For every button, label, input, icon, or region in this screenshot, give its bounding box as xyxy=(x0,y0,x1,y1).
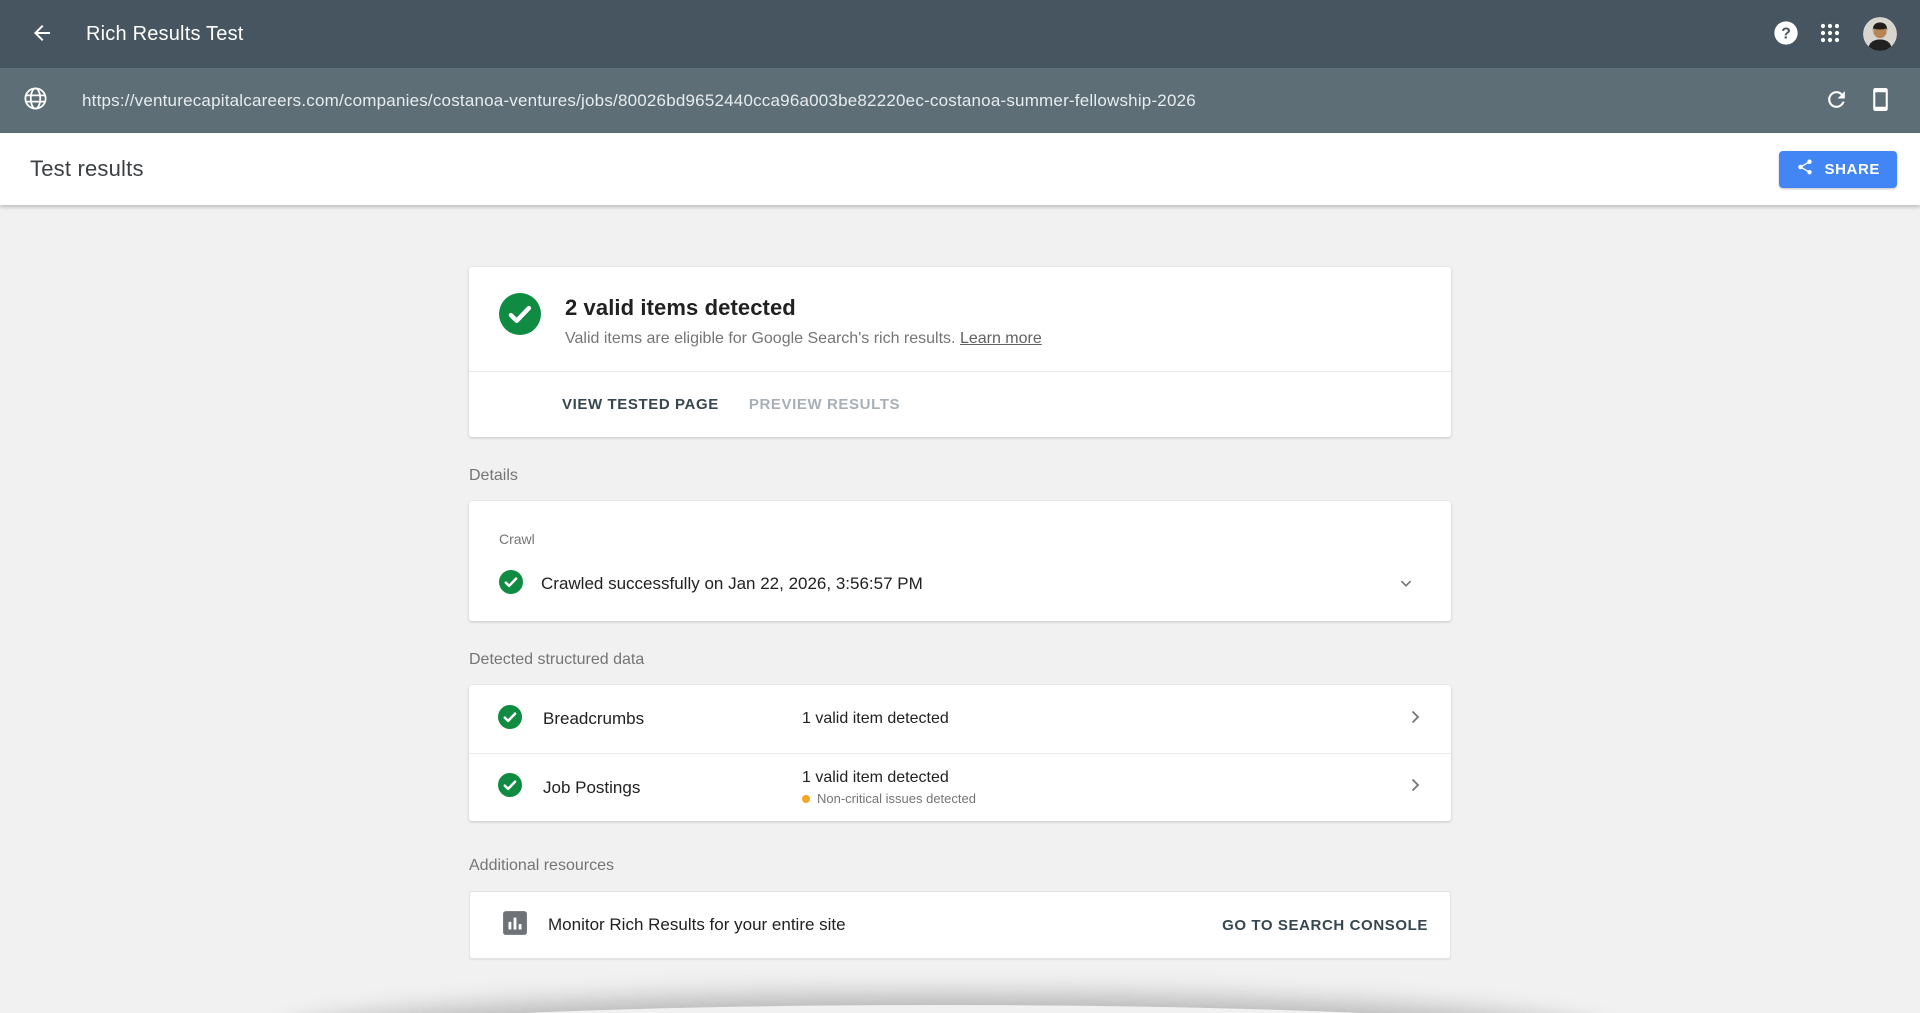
structured-data-section-label: Detected structured data xyxy=(469,651,1451,669)
row-type-label: Breadcrumbs xyxy=(543,709,802,729)
chevron-right-icon xyxy=(1403,773,1427,802)
apps-grid-icon xyxy=(1818,21,1842,48)
share-button[interactable]: SHARE xyxy=(1779,151,1897,188)
bar-chart-icon xyxy=(502,910,528,941)
refresh-button[interactable] xyxy=(1814,79,1858,123)
tested-url[interactable]: https://venturecapitalcareers.com/compan… xyxy=(82,91,1814,111)
view-tested-page-button[interactable]: VIEW TESTED PAGE xyxy=(562,388,719,421)
refresh-icon xyxy=(1824,87,1849,115)
avatar-image xyxy=(1863,17,1897,51)
go-to-search-console-link[interactable]: GO TO SEARCH CONSOLE xyxy=(1222,917,1428,934)
help-icon: ? xyxy=(1772,19,1800,50)
row-valid-count: 1 valid item detected xyxy=(802,769,1403,787)
resources-section-label: Additional resources xyxy=(469,857,1451,875)
warning-dot-icon xyxy=(802,795,810,803)
row-value-block: 1 valid item detected xyxy=(802,710,1403,728)
app-top-bar: Rich Results Test ? xyxy=(0,0,1920,68)
summary-text-block: 2 valid items detected Valid items are e… xyxy=(565,293,1042,348)
crawl-status-text: Crawled successfully on Jan 22, 2026, 3:… xyxy=(541,574,1391,594)
success-check-circle-icon xyxy=(499,293,541,340)
summary-actions-row: VIEW TESTED PAGE PREVIEW RESULTS xyxy=(469,371,1451,437)
row-warning-note: Non-critical issues detected xyxy=(802,791,1403,806)
results-header-bar: Test results SHARE xyxy=(0,133,1920,205)
back-button[interactable] xyxy=(24,16,60,52)
share-button-label: SHARE xyxy=(1824,161,1880,178)
crawl-card: Crawl Crawled successfully on Jan 22, 20… xyxy=(469,501,1451,621)
resources-row-label: Monitor Rich Results for your entire sit… xyxy=(548,915,1222,935)
page-title: Test results xyxy=(30,156,144,182)
learn-more-link[interactable]: Learn more xyxy=(960,330,1042,347)
main-content: 2 valid items detected Valid items are e… xyxy=(469,267,1451,959)
summary-title: 2 valid items detected xyxy=(565,295,1042,321)
mobile-view-button[interactable] xyxy=(1858,79,1902,123)
mobile-icon xyxy=(1868,87,1893,115)
row-type-label: Job Postings xyxy=(543,778,802,798)
resources-card: Monitor Rich Results for your entire sit… xyxy=(469,891,1451,959)
details-section-label: Details xyxy=(469,467,1451,485)
structured-data-card: Breadcrumbs 1 valid item detected Job Po… xyxy=(469,685,1451,821)
summary-subtitle: Valid items are eligible for Google Sear… xyxy=(565,330,1042,348)
below-fold-shadow xyxy=(285,1005,1600,1013)
row-value-block: 1 valid item detected Non-critical issue… xyxy=(802,769,1403,806)
globe-icon xyxy=(22,85,49,117)
crawl-expand-button[interactable] xyxy=(1391,569,1421,599)
share-icon xyxy=(1796,158,1814,180)
row-success-check-icon xyxy=(498,773,522,802)
help-button[interactable]: ? xyxy=(1764,12,1808,56)
apps-grid-button[interactable] xyxy=(1808,12,1852,56)
summary-card: 2 valid items detected Valid items are e… xyxy=(469,267,1451,437)
chevron-right-icon xyxy=(1403,705,1427,734)
row-success-check-icon xyxy=(498,705,522,734)
summary-subtitle-text: Valid items are eligible for Google Sear… xyxy=(565,330,955,347)
crawl-status-row[interactable]: Crawled successfully on Jan 22, 2026, 3:… xyxy=(499,569,1421,599)
url-bar: https://venturecapitalcareers.com/compan… xyxy=(0,68,1920,133)
summary-card-top: 2 valid items detected Valid items are e… xyxy=(469,267,1451,371)
crawl-card-label: Crawl xyxy=(499,531,1421,547)
structured-data-row-job-postings[interactable]: Job Postings 1 valid item detected Non-c… xyxy=(469,753,1451,821)
account-avatar[interactable] xyxy=(1858,12,1902,56)
preview-results-button[interactable]: PREVIEW RESULTS xyxy=(749,388,900,421)
chevron-down-icon xyxy=(1395,572,1417,597)
svg-text:?: ? xyxy=(1781,25,1791,42)
structured-data-row-breadcrumbs[interactable]: Breadcrumbs 1 valid item detected xyxy=(469,685,1451,753)
row-valid-count: 1 valid item detected xyxy=(802,710,1403,728)
crawl-success-check-icon xyxy=(499,570,523,599)
app-title: Rich Results Test xyxy=(86,23,244,46)
back-arrow-icon xyxy=(30,21,54,48)
warning-note-text: Non-critical issues detected xyxy=(817,791,976,806)
